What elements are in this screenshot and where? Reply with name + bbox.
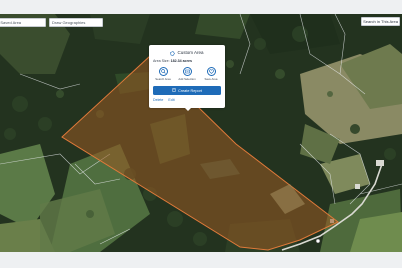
heart-icon [206, 67, 216, 76]
search-icon [158, 67, 168, 76]
search-in-area-button[interactable]: Search in This Area [361, 17, 400, 26]
search-area-action[interactable]: Search Area [155, 67, 171, 81]
app-frame: a Saved Area Draw Geographies Search in … [0, 0, 402, 268]
save-area-action[interactable]: Save Area [203, 67, 219, 81]
add-selection-icon [182, 67, 192, 76]
popup-actions: Search Area Add Selection Save Area [155, 67, 219, 81]
add-selection-label: Add Selection [178, 77, 196, 81]
search-area-label: Search Area [155, 77, 171, 81]
area-size-value: 182.34 acres [170, 59, 192, 63]
area-size: Area Size: 182.34 acres [153, 59, 192, 63]
custom-area-popup: Custom Area Area Size: 182.34 acres Sear… [149, 45, 225, 108]
add-selection-action[interactable]: Add Selection [178, 67, 196, 81]
delete-link[interactable]: Delete [153, 98, 163, 102]
popup-title: Custom Area [177, 49, 204, 55]
save-area-label: Save Area [204, 77, 218, 81]
report-icon [172, 88, 176, 93]
top-bar [0, 0, 402, 14]
popup-header: Custom Area [149, 48, 225, 56]
saved-area-select[interactable]: a Saved Area [0, 18, 46, 27]
create-report-button[interactable]: Create Report [153, 86, 221, 95]
area-size-label: Area Size: [153, 59, 170, 63]
popup-pointer [185, 108, 191, 111]
geography-select[interactable]: Draw Geographies [49, 18, 103, 27]
edit-link[interactable]: Edit [168, 98, 174, 102]
create-report-label: Create Report [178, 88, 202, 93]
popup-links: Delete Edit [153, 98, 179, 102]
bottom-bar [0, 252, 402, 268]
